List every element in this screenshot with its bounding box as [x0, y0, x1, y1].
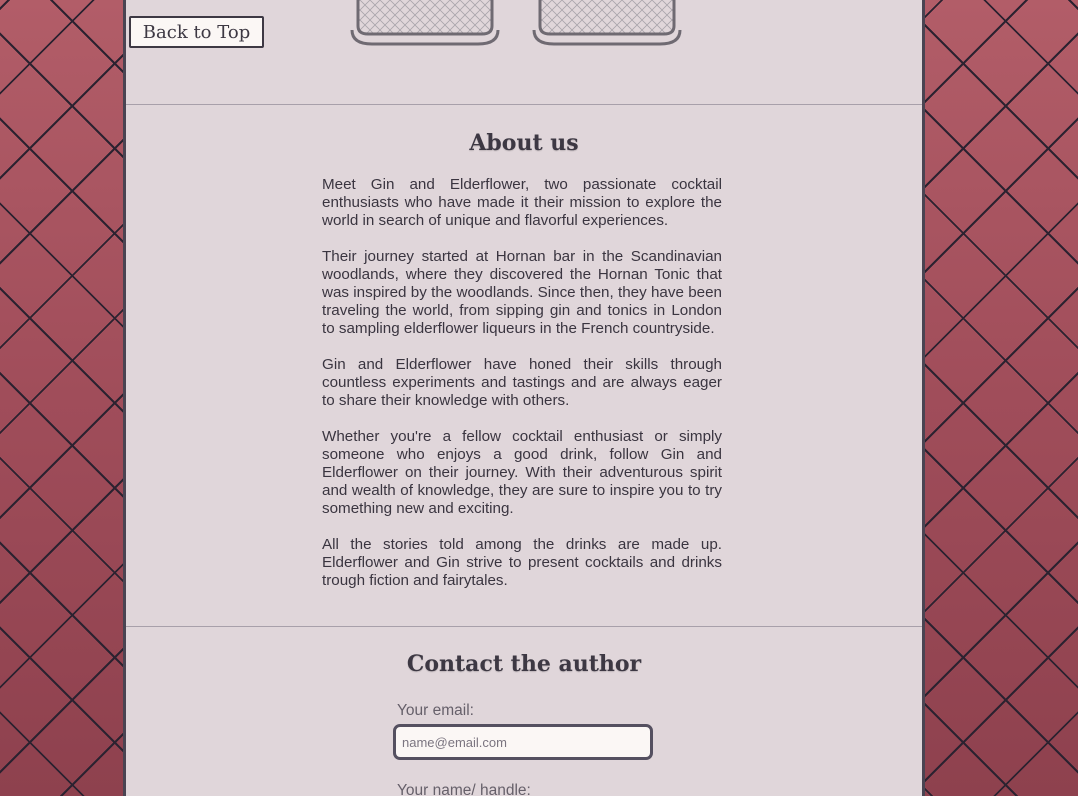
back-to-top-button[interactable]: Back to Top — [129, 16, 264, 48]
contact-title: Contact the author — [406, 651, 642, 677]
about-paragraph: Whether you're a fellow cocktail enthusi… — [322, 428, 722, 517]
main-panel: Back to Top About us Meet Gin and Elderf… — [123, 0, 925, 796]
section-divider — [126, 626, 922, 627]
about-title: About us — [469, 130, 579, 156]
cocktail-glass-icon — [532, 0, 682, 46]
section-divider — [126, 104, 922, 105]
about-paragraph: Gin and Elderflower have honed their ski… — [322, 356, 722, 409]
about-paragraph: Their journey started at Hornan bar in t… — [322, 248, 722, 337]
cocktail-glass-icon — [350, 0, 500, 46]
email-field[interactable] — [393, 724, 653, 760]
about-text: Meet Gin and Elderflower, two passionate… — [322, 176, 722, 608]
about-paragraph: Meet Gin and Elderflower, two passionate… — [322, 176, 722, 229]
about-paragraph: All the stories told among the drinks ar… — [322, 536, 722, 589]
email-label: Your email: — [397, 702, 474, 719]
name-label: Your name/ handle: — [397, 782, 531, 796]
